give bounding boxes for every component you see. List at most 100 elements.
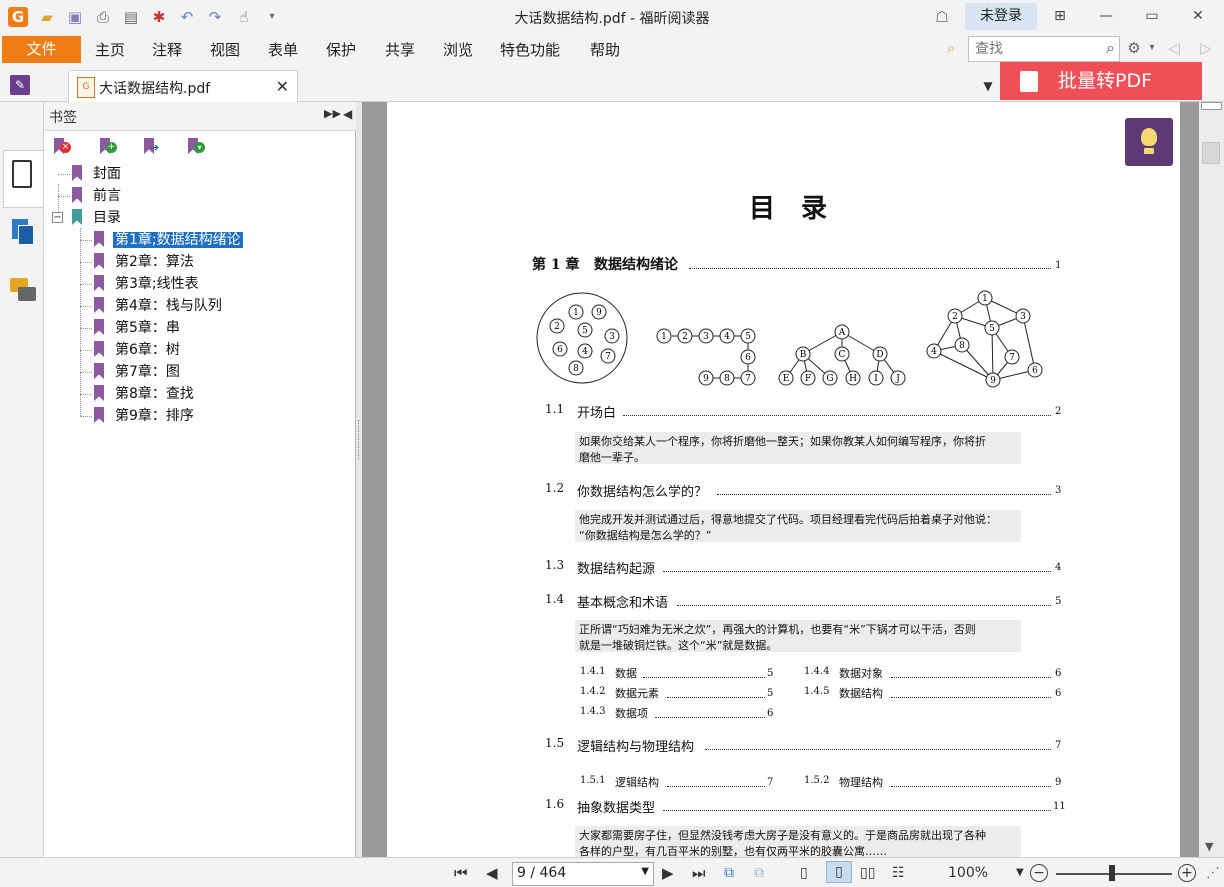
subsection-title: 数据对象 [839,667,883,680]
bookmark-chapter-7[interactable]: 第7章：图 [94,362,182,382]
open-folder-icon[interactable]: ▰ [37,7,57,27]
bookmark-cover[interactable]: 封面 [72,164,123,184]
undo-icon[interactable]: ↶ [177,7,197,27]
menu-help[interactable]: 帮助 [590,39,620,60]
chapter-page: 1 [1055,260,1062,271]
node-label: 7 [1009,353,1015,363]
bookmark-chapter-4[interactable]: 第4章：栈与队列 [94,296,224,316]
previous-view-icon[interactable]: ◁ [1164,38,1184,58]
section-number: 1.1 [545,402,565,416]
menu-home[interactable]: 主页 [95,39,125,60]
scrollbar-thumb[interactable] [1202,142,1220,164]
add-bookmark-icon[interactable]: + [100,138,120,158]
scroll-top-marker[interactable] [1201,102,1222,110]
node-label: 3 [703,332,709,342]
hand-tool-icon[interactable]: ☝ [234,7,254,27]
bookmark-chapter-3[interactable]: 第3章;线性表 [94,274,201,294]
node-label: 8 [959,341,965,351]
last-page-icon[interactable]: ⏭ [692,863,706,883]
save-icon[interactable]: ▣ [65,7,85,27]
bookmark-contents[interactable]: 目录 [72,208,123,228]
previous-view-page-icon[interactable]: ⧉ [724,863,734,883]
pdf-page: 目 录 第 1 章 数据结构绪论 1 1 9 2 5 3 6 4 7 8 1 2… [387,102,1180,857]
settings-dropdown-icon[interactable]: ▾ [1142,38,1162,58]
collapse-panel-icon[interactable]: ◀ [343,107,352,121]
bookmark-label: 第2章：算法 [115,254,194,270]
login-button[interactable]: 未登录 [965,3,1037,30]
node-label: 1 [982,294,988,304]
menu-file[interactable]: 文件 [2,36,81,63]
subsection-title: 逻辑结构 [615,776,659,789]
sign-pen-icon[interactable]: ✎ [10,75,30,95]
new-document-icon[interactable]: ✱ [149,7,169,27]
subsection-title: 数据 [615,667,637,680]
print-icon[interactable]: ⎙ [93,7,113,27]
menu-share[interactable]: 共享 [385,39,415,60]
scroll-down-icon[interactable]: ▼ [1205,840,1213,853]
bookmark-chapter-8[interactable]: 第8章：查找 [94,384,196,404]
zoom-level[interactable]: 100% [948,863,988,883]
single-page-icon[interactable]: ▯ [800,863,808,883]
next-view-page-icon[interactable]: ⧉ [754,863,764,883]
bookmark-chapter-9[interactable]: 第9章：排序 [94,406,196,426]
continuous-facing-icon[interactable]: ☷ [892,863,905,883]
menu-protect[interactable]: 保护 [326,39,356,60]
zoom-slider-thumb[interactable] [1109,865,1115,881]
delete-bookmark-icon[interactable]: × [54,138,74,158]
search-icon[interactable]: ⌕ [1106,38,1115,58]
bookmark-label: 第7章：图 [115,364,180,380]
bookmark-preface[interactable]: 前言 [72,186,123,206]
menu-form[interactable]: 表单 [268,39,298,60]
facing-pages-icon[interactable]: ▯▯ [860,863,875,883]
zoom-dropdown-icon[interactable]: ▼ [1016,863,1024,883]
pages-icon[interactable] [12,160,32,188]
properties-icon[interactable]: ▤ [121,7,141,27]
app-logo-icon[interactable]: G [8,7,28,27]
settings-gear-icon[interactable]: ⚙ [1124,38,1144,58]
goto-bookmark-icon[interactable]: ➔ [144,138,164,158]
customize-toolbar-icon[interactable]: ▾ [262,7,282,27]
skin-icon[interactable]: ☖ [932,7,952,27]
tab-close-icon[interactable]: ✕ [276,77,289,96]
menu-special-features[interactable]: 特色功能 [500,39,560,60]
continuous-page-icon[interactable]: ▯ [826,861,852,883]
bookmark-chapter-1[interactable]: 第1章;数据结构绪论 [94,230,243,250]
layout-icon[interactable]: ⊞ [1048,5,1072,27]
page-dropdown-icon[interactable]: ▼ [641,866,649,877]
subsection-page: 5 [767,668,774,679]
menu-view[interactable]: 视图 [210,39,240,60]
tip-lightbulb-icon[interactable] [1125,118,1173,166]
vertical-scrollbar[interactable]: ▼ [1199,102,1224,857]
bookmark-chapter-2[interactable]: 第2章：算法 [94,252,196,272]
page-number-field[interactable]: 9 / 464 ▼ [512,862,654,886]
expand-toggle-icon[interactable]: − [52,212,63,223]
menu-browse[interactable]: 浏览 [443,39,473,60]
bookmark-options-icon[interactable]: ▾ [188,138,208,158]
next-page-icon[interactable]: ▶ [662,863,674,883]
expand-panel-icon[interactable]: ▶▶ [324,107,341,120]
section-quote-line: 如果你交给某人一个程序，你将折磨他一整天；如果你教某人如何编写程序，你将折 [579,435,986,448]
subsection-title: 物理结构 [839,776,883,789]
node-label: E [783,374,790,384]
first-page-icon[interactable]: ⏮ [454,863,468,883]
resize-grip-icon[interactable]: ⋰ [1206,863,1220,883]
comments-icon[interactable] [10,278,36,304]
bookmarks-header: 书签 ▶▶ ◀ [44,102,357,131]
layers-icon[interactable] [12,219,34,245]
tab-document[interactable]: G 大话数据结构.pdf ✕ [68,70,298,103]
minimize-icon[interactable]: — [1094,5,1118,27]
tab-list-dropdown-icon[interactable]: ▼ [978,76,998,96]
batch-convert-pdf-button[interactable]: 批量转PDF [1000,62,1202,100]
menu-comment[interactable]: 注释 [152,39,182,60]
close-icon[interactable]: ✕ [1186,5,1210,27]
next-view-icon[interactable]: ▷ [1196,38,1216,58]
search-input[interactable] [973,39,1097,59]
bookmark-chapter-5[interactable]: 第5章：串 [94,318,182,338]
maximize-icon[interactable]: ▭ [1140,5,1164,27]
find-folder-icon[interactable]: ⌕ [941,38,961,58]
previous-page-icon[interactable]: ◀ [486,863,498,883]
bookmark-chapter-6[interactable]: 第6章：树 [94,340,182,360]
zoom-out-icon[interactable]: − [1030,864,1048,882]
zoom-in-icon[interactable]: + [1178,864,1196,882]
redo-icon[interactable]: ↷ [205,7,225,27]
